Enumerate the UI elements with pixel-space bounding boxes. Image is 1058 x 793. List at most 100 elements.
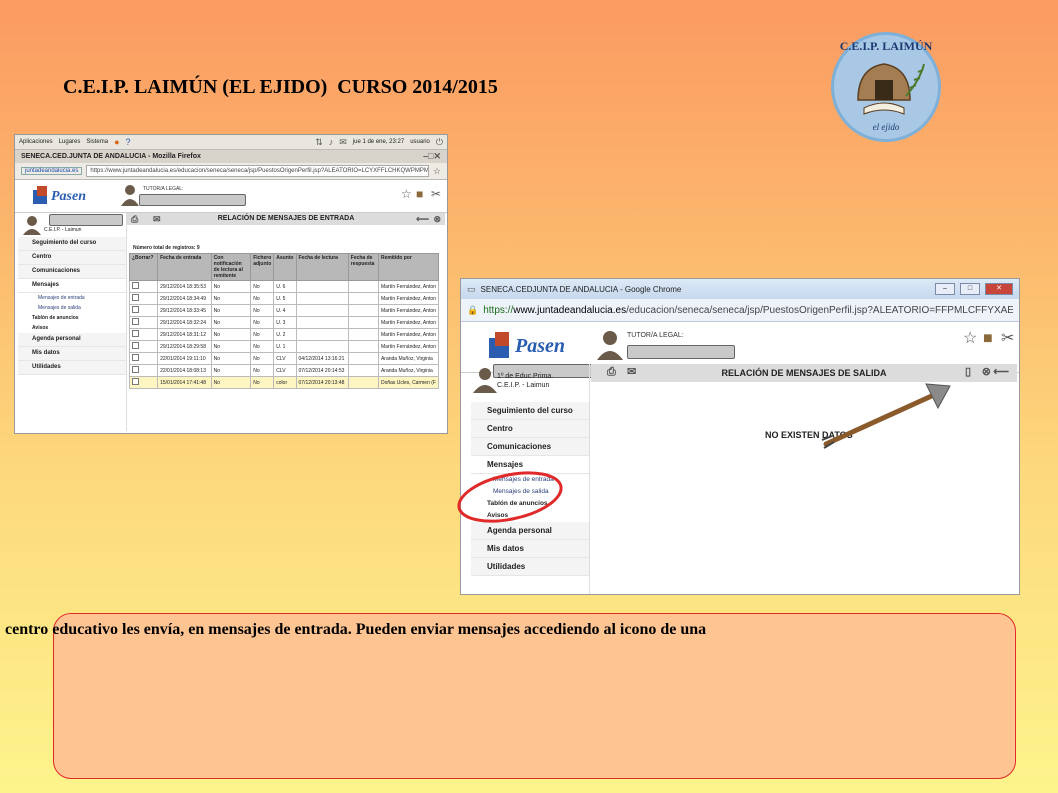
row-checkbox[interactable] xyxy=(128,364,159,377)
panel-clock[interactable]: jue 1 de ene, 23:27 xyxy=(353,139,404,145)
panel-menu-places[interactable]: Lugares xyxy=(59,139,81,145)
table-row[interactable]: 15/01/2014 17:41:48 No No color 07/12/2014 2… xyxy=(128,376,440,389)
col-fichero[interactable]: Fichero adjunto xyxy=(250,253,275,281)
sidebar-item-seguimiento[interactable]: Seguimiento del curso xyxy=(18,237,126,251)
table-row[interactable]: 29/12/2014 18:29:58 No No U. 1 Martín Fernán… xyxy=(128,340,440,353)
checkbox-icon[interactable] xyxy=(132,282,139,289)
sidebar-item-misdatos[interactable]: Mis datos xyxy=(18,347,126,361)
star-icon[interactable]: ☆ xyxy=(433,166,441,176)
col-fecha-respuesta[interactable]: Fecha de respuesta xyxy=(347,253,379,281)
table-row[interactable]: 29/12/2014 18:34:49 No No U. 5 Martín Fernán… xyxy=(128,292,440,305)
chrome-sidebar: 1º de Educ.Prima. C.E.I.P. - Laimun Segu… xyxy=(471,364,590,594)
table-cell: Martín Fernández, Anton xyxy=(377,280,440,293)
sidebar-item-centro[interactable]: Centro xyxy=(18,251,126,265)
firefox-icon[interactable]: ● xyxy=(114,137,119,147)
table-cell: 07/12/2014 20:14:53 xyxy=(295,364,349,377)
back-arrow-icon[interactable]: ⟵ xyxy=(993,367,1009,378)
sidebar-item-seguimiento[interactable]: Seguimiento del curso xyxy=(471,402,589,420)
sidebar-item-comunicaciones[interactable]: Comunicaciones xyxy=(471,438,589,456)
tools-icon[interactable]: ✂ xyxy=(1001,331,1014,347)
col-notificacion[interactable]: Con notificación de lectura al remitente xyxy=(210,253,252,281)
chrome-url-input[interactable]: https://www.juntadeandalucia.es/educacio… xyxy=(483,305,1013,316)
checkbox-icon[interactable] xyxy=(132,354,139,361)
sidebar-item-mensajes[interactable]: Mensajes xyxy=(18,279,126,293)
maximize-icon[interactable]: □ xyxy=(960,283,980,295)
close-icon[interactable]: ✕ xyxy=(985,283,1013,295)
sidebar-item-mensajes-salida[interactable]: Mensajes de salida xyxy=(471,486,589,498)
sidebar-item-agenda[interactable]: Agenda personal xyxy=(471,522,589,540)
row-checkbox[interactable] xyxy=(128,292,159,305)
row-checkbox[interactable] xyxy=(128,280,159,293)
sidebar-item-avisos[interactable]: Avisos xyxy=(18,323,126,333)
sidebar-item-mensajes-salida[interactable]: Mensajes de salida xyxy=(18,303,126,313)
row-checkbox[interactable] xyxy=(128,304,159,317)
table-cell xyxy=(347,328,379,341)
checkbox-icon[interactable] xyxy=(132,306,139,313)
panel-menu-apps[interactable]: Aplicaciones xyxy=(19,139,53,145)
col-borrar[interactable]: ¿Borrar? xyxy=(128,253,159,281)
table-row[interactable]: 22/01/2014 19:11:10 No No CLV 04/12/2014 13:… xyxy=(128,352,440,365)
row-checkbox[interactable] xyxy=(128,352,159,365)
network-icon[interactable]: ⇅ xyxy=(315,137,323,147)
checkbox-icon[interactable] xyxy=(132,294,139,301)
table-row[interactable]: 29/12/2014 18:32:24 No No U. 3 Martín Fernán… xyxy=(128,316,440,329)
star-icon[interactable]: ☆ xyxy=(401,188,412,200)
table-row[interactable]: 29/12/2014 18:31:12 No No U. 2 Martín Fernán… xyxy=(128,328,440,341)
sidebar-item-utilidades[interactable]: Utilidades xyxy=(18,361,126,375)
col-fecha-lectura[interactable]: Fecha de lectura xyxy=(295,253,349,281)
row-checkbox[interactable] xyxy=(128,316,159,329)
site-identity[interactable]: juntadeandalucia.es xyxy=(21,167,83,175)
row-checkbox[interactable] xyxy=(128,376,159,389)
sidebar-item-mensajes[interactable]: Mensajes xyxy=(471,456,589,474)
sidebar-item-mensajes-entrada[interactable]: Mensajes de entrada xyxy=(471,474,589,486)
checkbox-icon[interactable] xyxy=(132,342,139,349)
folder-icon[interactable]: ■ xyxy=(416,188,423,200)
star-icon[interactable]: ☆ xyxy=(963,331,977,347)
minimize-icon[interactable]: – xyxy=(935,283,955,295)
sidebar-item-misdatos[interactable]: Mis datos xyxy=(471,540,589,558)
sidebar-item-tablon[interactable]: Tablón de anuncios xyxy=(18,313,126,323)
sidebar-item-mensajes-entrada[interactable]: Mensajes de entrada xyxy=(18,293,126,303)
table-cell: 04/12/2014 13:16:21 xyxy=(295,352,349,365)
checkbox-icon[interactable] xyxy=(132,366,139,373)
close-circle-icon[interactable]: ⊗ xyxy=(433,215,441,224)
print-icon[interactable]: ⎙ xyxy=(607,367,616,378)
panel-user[interactable]: usuario xyxy=(410,139,430,145)
close-circle-icon[interactable]: ⊗ xyxy=(982,367,991,378)
checkbox-icon[interactable] xyxy=(132,378,139,385)
power-icon[interactable]: ⏻ xyxy=(436,137,443,147)
table-row[interactable]: 29/12/2014 18:35:53 No No U. 6 Martín Fernán… xyxy=(128,280,440,293)
table-cell: No xyxy=(250,316,275,329)
sidebar-item-avisos[interactable]: Avisos xyxy=(471,510,589,522)
help-icon[interactable]: ? xyxy=(126,137,131,147)
firefox-url-input[interactable]: https://www.juntadeandalucia.es/educacio… xyxy=(86,165,429,177)
lock-icon[interactable]: 🔒 xyxy=(467,305,478,315)
caption-text: centro educativo les envía, en mensajes … xyxy=(5,621,707,638)
panel-menu-system[interactable]: Sistema xyxy=(86,139,108,145)
print-icon[interactable]: ⎙ xyxy=(131,215,138,224)
tutor-name-redacted xyxy=(627,345,735,359)
row-checkbox[interactable] xyxy=(128,340,159,353)
sidebar-item-utilidades[interactable]: Utilidades xyxy=(471,558,589,576)
folder-icon[interactable]: ■ xyxy=(983,331,993,347)
table-row[interactable]: 22/01/2014 18:08:13 No No CLV 07/12/2014 20:… xyxy=(128,364,440,377)
back-arrow-icon[interactable]: ⟵ xyxy=(416,215,429,224)
sidebar-item-comunicaciones[interactable]: Comunicaciones xyxy=(18,265,126,279)
mail-icon[interactable]: ✉ xyxy=(339,137,347,147)
new-document-icon[interactable]: ▯ xyxy=(965,367,971,378)
col-asunto[interactable]: Asunto xyxy=(273,253,297,281)
close-icon[interactable]: ✕ xyxy=(433,152,441,161)
table-row[interactable]: 29/12/2014 18:33:45 No No U. 4 Martín Fernán… xyxy=(128,304,440,317)
col-fecha-entrada[interactable]: Fecha de entrada xyxy=(157,253,212,281)
tools-icon[interactable]: ✂ xyxy=(431,188,441,200)
volume-icon[interactable]: ♪ xyxy=(329,137,334,147)
mail-icon[interactable]: ✉ xyxy=(627,367,636,378)
checkbox-icon[interactable] xyxy=(132,318,139,325)
checkbox-icon[interactable] xyxy=(132,330,139,337)
sidebar-item-centro[interactable]: Centro xyxy=(471,420,589,438)
sidebar-item-agenda[interactable]: Agenda personal xyxy=(18,333,126,347)
row-checkbox[interactable] xyxy=(128,328,159,341)
mail-icon[interactable]: ✉ xyxy=(153,215,161,224)
col-remitido[interactable]: Remitido por xyxy=(377,253,440,281)
sidebar-item-tablon[interactable]: Tablón de anuncios xyxy=(471,498,589,510)
